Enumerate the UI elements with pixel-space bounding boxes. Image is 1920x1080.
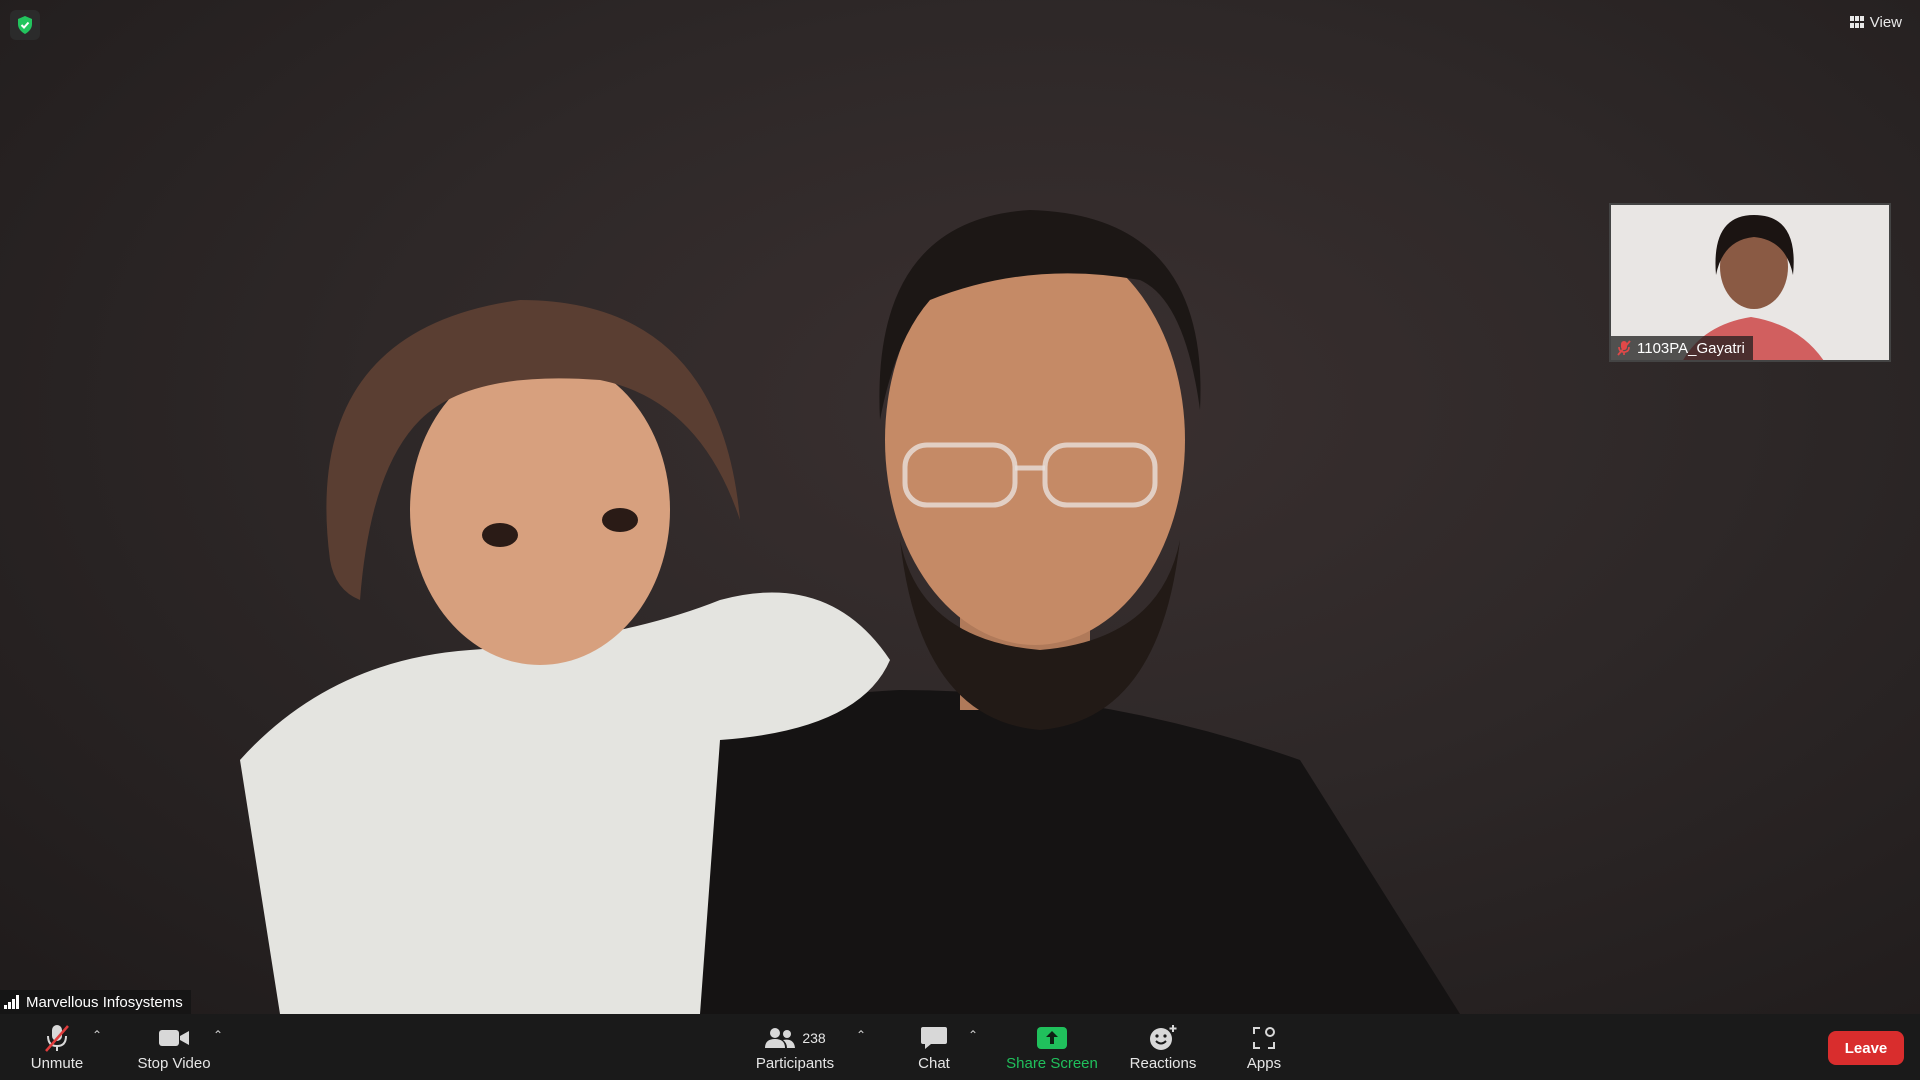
participants-label: Participants — [755, 1055, 835, 1072]
muted-microphone-icon — [45, 1025, 69, 1052]
meeting-toolbar: Unmute ⌃ Stop Video ⌃ 238 Participants ⌃ — [0, 1014, 1920, 1080]
share-screen-button[interactable]: Share Screen — [1004, 1020, 1100, 1076]
unmute-label: Unmute — [30, 1055, 84, 1072]
participant-name: 1103PA_Gayatri — [1637, 339, 1745, 357]
participants-options-caret-icon[interactable]: ⌃ — [856, 1028, 866, 1042]
participant-name-label: 1103PA_Gayatri — [1611, 336, 1753, 360]
view-button[interactable]: View — [1849, 10, 1902, 34]
chat-button[interactable]: Chat — [914, 1020, 954, 1076]
stop-video-label: Stop Video — [137, 1055, 211, 1072]
muted-mic-icon — [1617, 340, 1631, 356]
reactions-button[interactable]: Reactions — [1128, 1020, 1198, 1076]
participants-button[interactable]: 238 Participants — [752, 1020, 838, 1076]
reactions-label: Reactions — [1129, 1055, 1197, 1072]
active-speaker-name: Marvellous Infosystems — [26, 993, 183, 1011]
apps-label: Apps — [1246, 1055, 1282, 1072]
apps-button[interactable]: Apps — [1242, 1020, 1286, 1076]
chat-bubble-icon — [921, 1027, 947, 1049]
video-feed-illustration — [240, 210, 1460, 1014]
share-screen-icon — [1037, 1027, 1067, 1049]
chat-label: Chat — [918, 1055, 950, 1072]
encryption-shield-icon[interactable] — [10, 10, 40, 40]
reactions-smiley-icon — [1150, 1025, 1177, 1050]
participant-thumbnail[interactable]: 1103PA_Gayatri — [1609, 203, 1891, 362]
apps-icon — [1253, 1027, 1275, 1049]
video-camera-icon — [159, 1030, 189, 1046]
signal-strength-icon — [4, 995, 19, 1009]
active-speaker-label: Marvellous Infosystems — [0, 990, 191, 1014]
view-label: View — [1869, 13, 1902, 31]
video-options-caret-icon[interactable]: ⌃ — [213, 1028, 223, 1042]
grid-view-icon — [1849, 16, 1864, 28]
chat-options-caret-icon[interactable]: ⌃ — [968, 1028, 978, 1042]
main-video-stage: View 1103PA_Gayatri Marvellous Infosyste… — [0, 0, 1920, 1014]
audio-options-caret-icon[interactable]: ⌃ — [92, 1028, 102, 1042]
participants-count: 238 — [802, 1030, 826, 1046]
share-screen-label: Share Screen — [1006, 1055, 1098, 1072]
stop-video-button[interactable]: Stop Video — [134, 1020, 214, 1076]
participants-icon — [765, 1028, 796, 1048]
unmute-button[interactable]: Unmute — [26, 1020, 88, 1076]
leave-button[interactable]: Leave — [1828, 1031, 1904, 1065]
